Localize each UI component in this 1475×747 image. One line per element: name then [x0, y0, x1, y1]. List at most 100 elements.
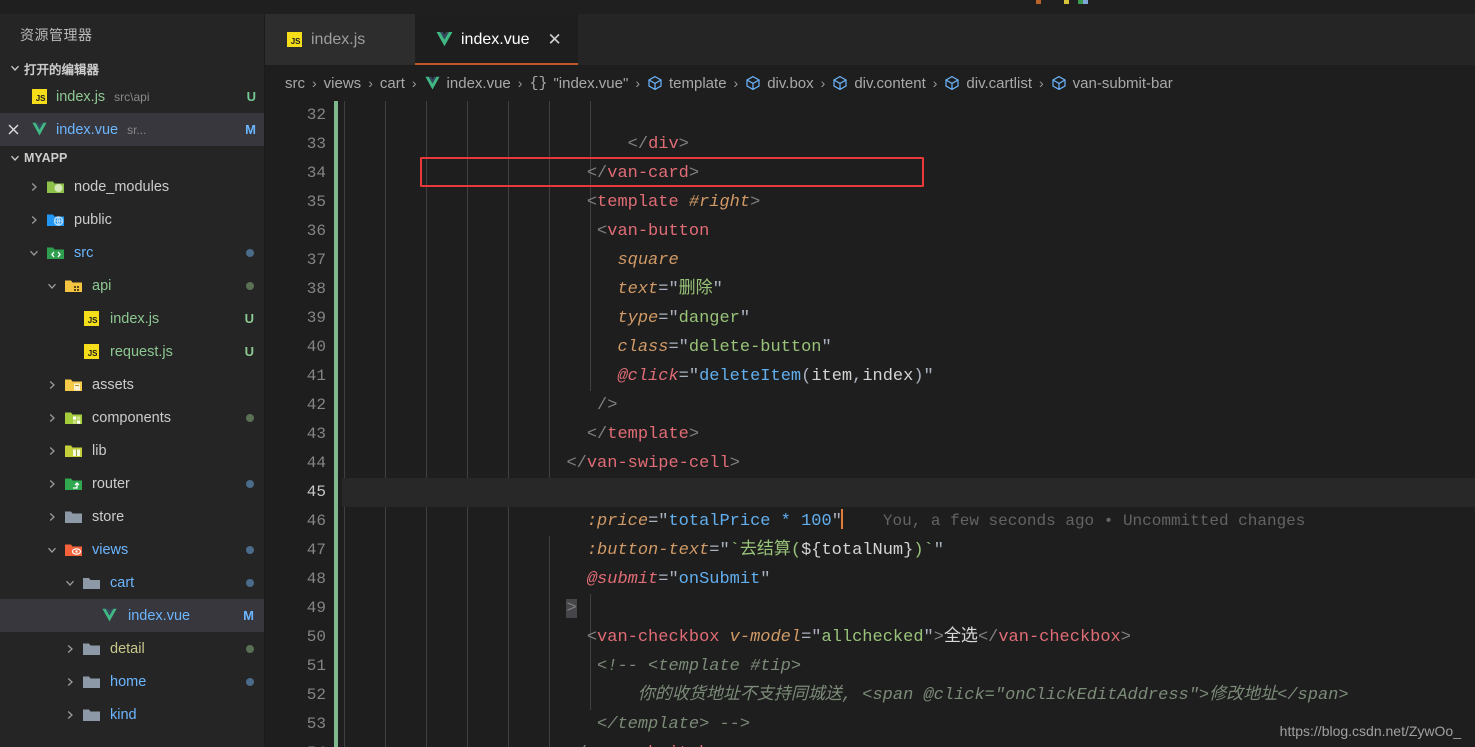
- code-line-46: :button-text="`去结算(${totalNum})`": [586, 541, 944, 560]
- chevron-right-icon[interactable]: [62, 643, 78, 655]
- line-number: 35: [306, 193, 326, 211]
- chevron-right-icon[interactable]: [62, 709, 78, 721]
- tree-item-index-js[interactable]: JS index.js U: [0, 302, 264, 335]
- breadcrumb-separator: ›: [635, 75, 640, 91]
- chevron-right-icon[interactable]: [26, 214, 42, 226]
- status-dot: [246, 644, 254, 653]
- line-number: 50: [306, 628, 326, 646]
- line-number: 33: [306, 135, 326, 153]
- tree-item-index-vue[interactable]: index.vue M: [0, 599, 264, 632]
- tree-item-store[interactable]: store: [0, 500, 264, 533]
- chevron-down-icon[interactable]: [26, 247, 42, 259]
- open-editor-path: src\api: [114, 89, 150, 104]
- chevron-down-icon[interactable]: [44, 544, 60, 556]
- breadcrumb-separator: ›: [932, 75, 938, 91]
- breadcrumb-label: div.box: [767, 74, 814, 92]
- tab-index-js[interactable]: JS index.js: [265, 14, 415, 65]
- tree-item-node-modules[interactable]: node_modules: [0, 170, 264, 203]
- folder-src-icon: [42, 245, 68, 261]
- js-file-icon: JS: [26, 89, 52, 104]
- chevron-down-icon[interactable]: [44, 280, 60, 292]
- code-content[interactable]: </div> </van-card> <template #right> <va…: [342, 101, 1475, 747]
- tree-item-label: cart: [110, 574, 135, 591]
- tree-item-home[interactable]: home: [0, 665, 264, 698]
- chevron-right-icon[interactable]: [44, 412, 60, 424]
- tree-item-public[interactable]: public: [0, 203, 264, 236]
- line-number: 48: [306, 570, 326, 588]
- close-icon[interactable]: ✕: [548, 31, 562, 48]
- breadcrumb-separator: ›: [517, 75, 523, 91]
- braces-icon: {}: [529, 74, 548, 92]
- breadcrumb-label: van-submit-bar: [1072, 74, 1173, 92]
- git-change-marker: [334, 101, 338, 291]
- symbol-element-icon: [944, 75, 960, 91]
- code-line-48: >: [566, 599, 577, 618]
- tree-item-label: kind: [110, 706, 137, 723]
- breadcrumb-label: div.cartlist: [966, 74, 1032, 92]
- breadcrumb-item-cart[interactable]: cart: [380, 75, 405, 92]
- open-editor-index-js[interactable]: JS index.js src\api U: [0, 80, 264, 113]
- breadcrumb-item-div-box[interactable]: div.box: [745, 74, 814, 92]
- symbol-element-icon: [647, 75, 663, 91]
- tab-index-vue[interactable]: index.vue ✕: [415, 14, 578, 65]
- folder-plain-icon: [78, 674, 104, 690]
- breadcrumb-label: cart: [379, 74, 405, 92]
- folder-router-icon: [60, 476, 86, 492]
- open-editors-label: 打开的编辑器: [24, 62, 100, 77]
- chevron-down-icon[interactable]: [62, 577, 78, 589]
- tree-item-router[interactable]: router: [0, 467, 264, 500]
- open-editor-name: index.js: [56, 88, 106, 105]
- status-dot: [246, 578, 254, 587]
- tree-item-lib[interactable]: lib: [0, 434, 264, 467]
- tree-item-cart[interactable]: cart: [0, 566, 264, 599]
- code-line-35: <van-button: [597, 222, 710, 241]
- tree-item-label: router: [92, 475, 130, 492]
- code-line-50: <!-- <template #tip>: [597, 657, 802, 676]
- breadcrumb-item-div-content[interactable]: div.content: [832, 75, 926, 92]
- tree-item-label: detail: [110, 640, 145, 657]
- open-editors-header[interactable]: 打开的编辑器: [0, 56, 264, 80]
- code-line-37: text="删除": [617, 280, 723, 299]
- tree-item-assets[interactable]: assets: [0, 368, 264, 401]
- breadcrumb-item-div-cartlist[interactable]: div.cartlist: [944, 75, 1032, 92]
- code-line-32: </div>: [627, 135, 689, 154]
- line-number: 54: [265, 739, 342, 747]
- tree-item-label: assets: [92, 376, 134, 393]
- chevron-right-icon[interactable]: [62, 676, 78, 688]
- line-number: 46: [306, 512, 326, 530]
- chevron-right-icon[interactable]: [44, 478, 60, 490]
- breadcrumb-item-van-submit-bar[interactable]: van-submit-bar: [1051, 75, 1173, 92]
- breadcrumb-item-index-vue[interactable]: index.vue: [424, 75, 511, 92]
- folder-plain-icon: [78, 641, 104, 657]
- tree-item-views[interactable]: views: [0, 533, 264, 566]
- breadcrumb-separator: ›: [411, 75, 417, 91]
- breadcrumb-item-views[interactable]: views: [324, 75, 362, 92]
- tree-item-detail[interactable]: detail: [0, 632, 264, 665]
- chevron-right-icon[interactable]: [44, 511, 60, 523]
- tree-item-request-js[interactable]: JS request.js U: [0, 335, 264, 368]
- chevron-right-icon[interactable]: [44, 445, 60, 457]
- line-number: 32: [306, 106, 326, 124]
- tree-item-components[interactable]: components: [0, 401, 264, 434]
- tree-item-api[interactable]: api: [0, 269, 264, 302]
- breadcrumb-item--index-vue-[interactable]: {} "index.vue": [529, 75, 628, 92]
- tree-item-label: api: [92, 277, 112, 294]
- line-number: 43: [306, 425, 326, 443]
- project-name: MYAPP: [24, 151, 68, 165]
- breadcrumb-item-template[interactable]: template: [647, 75, 727, 92]
- folder-plain-icon: [78, 707, 104, 723]
- close-icon[interactable]: [0, 123, 26, 136]
- project-header[interactable]: MYAPP: [0, 146, 264, 170]
- code-line-40: @click="deleteItem(item,index)": [617, 367, 934, 386]
- line-number-gutter: 32 33 34 35 36 37 38 39 40 41 42 43 44 45 46 47 48 49 50 51…: [265, 101, 342, 747]
- breadcrumb-item-src[interactable]: src: [285, 75, 305, 92]
- titlebar-fragment: [1064, 0, 1069, 4]
- chevron-right-icon[interactable]: [44, 379, 60, 391]
- open-editor-index-vue[interactable]: index.vue sr... M: [0, 113, 264, 146]
- tree-item-src[interactable]: src: [0, 236, 264, 269]
- tree-item-label: public: [74, 211, 112, 228]
- editor-group: JS index.js index.vue ✕ src › views › cart › i…: [265, 14, 1475, 747]
- tree-item-kind[interactable]: kind: [0, 698, 264, 731]
- code-editor[interactable]: 32 33 34 35 36 37 38 39 40 41 42 43 44 45 46 47 48 49 50 51…: [265, 101, 1475, 747]
- chevron-right-icon[interactable]: [26, 181, 42, 193]
